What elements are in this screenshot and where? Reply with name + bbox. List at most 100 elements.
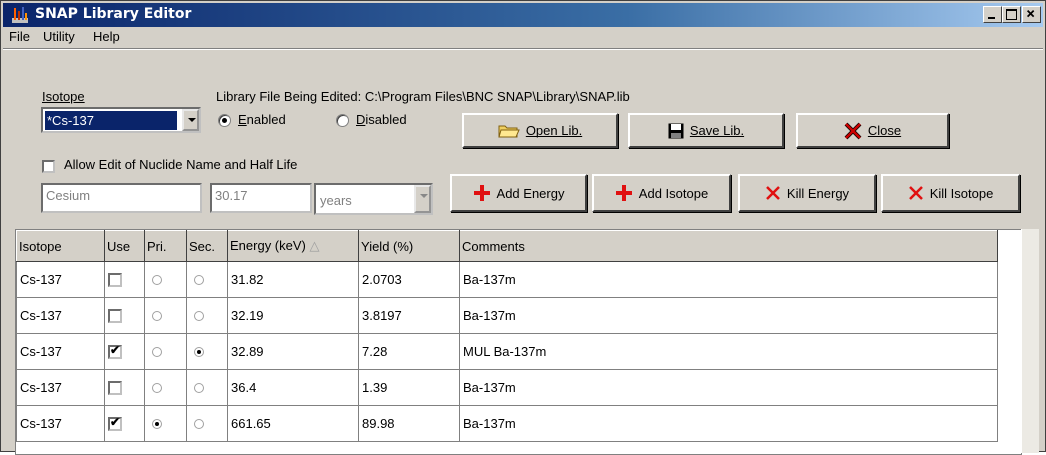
cell-comments[interactable]: Ba-137m — [459, 369, 998, 406]
table-header-row: Isotope Use Pri. Sec. Energy (keV) △ Yie… — [16, 230, 998, 262]
cell-yield[interactable]: 89.98 — [358, 405, 460, 442]
cell-use[interactable] — [104, 261, 145, 298]
cell-yield[interactable]: 1.39 — [358, 369, 460, 406]
column-header-isotope[interactable]: Isotope — [16, 230, 105, 262]
table-row[interactable]: Cs-137 32.19 3.8197 Ba-137m — [16, 297, 998, 334]
use-checkbox[interactable] — [108, 343, 122, 359]
floppy-disk-icon — [668, 123, 684, 138]
table-row[interactable]: Cs-137 31.82 2.0703 Ba-137m — [16, 261, 998, 298]
open-library-label: Open Lib. — [525, 123, 583, 138]
chevron-down-icon[interactable] — [414, 185, 431, 213]
primary-radio[interactable] — [152, 418, 162, 429]
use-checkbox[interactable] — [108, 272, 122, 287]
close-button[interactable]: Close — [796, 113, 949, 148]
cell-energy[interactable]: 31.82 — [227, 261, 359, 298]
primary-radio[interactable] — [152, 274, 162, 285]
use-checkbox[interactable] — [108, 380, 122, 395]
cell-comments[interactable]: Ba-137m — [459, 297, 998, 334]
primary-radio[interactable] — [152, 382, 162, 393]
secondary-radio[interactable] — [194, 418, 204, 429]
secondary-radio[interactable] — [194, 346, 204, 357]
primary-radio[interactable] — [152, 346, 162, 357]
menu-divider — [3, 48, 1043, 50]
nuclide-name-field[interactable]: Cesium — [41, 183, 202, 213]
column-header-comments[interactable]: Comments — [459, 230, 998, 262]
menu-utility[interactable]: Utility — [43, 29, 75, 44]
cell-isotope[interactable]: Cs-137 — [16, 261, 105, 298]
primary-radio[interactable] — [152, 310, 162, 321]
cell-use[interactable] — [104, 405, 145, 442]
cell-sec[interactable] — [186, 261, 228, 298]
cell-sec[interactable] — [186, 333, 228, 370]
title-bar[interactable]: SNAP Library Editor — [3, 3, 1043, 27]
open-library-button[interactable]: Open Lib. — [462, 113, 618, 148]
column-header-energy[interactable]: Energy (keV) △ — [227, 230, 359, 262]
table-row[interactable]: Cs-137 32.897.28MUL Ba-137m — [16, 333, 998, 370]
cell-yield[interactable]: 7.28 — [358, 333, 460, 370]
add-isotope-button[interactable]: Add Isotope — [592, 174, 731, 212]
maximize-icon — [1006, 9, 1017, 20]
vertical-scrollbar[interactable] — [1021, 229, 1039, 453]
column-header-use[interactable]: Use — [104, 230, 145, 262]
cell-pri[interactable] — [144, 369, 187, 406]
cell-energy[interactable]: 32.19 — [227, 297, 359, 334]
kill-isotope-button[interactable]: Kill Isotope — [881, 174, 1020, 212]
secondary-radio[interactable] — [194, 274, 204, 285]
cell-sec[interactable] — [186, 405, 228, 442]
enabled-radio[interactable] — [218, 114, 231, 127]
use-checkbox[interactable] — [108, 308, 122, 323]
save-library-button[interactable]: Save Lib. — [628, 113, 784, 148]
isotope-label: Isotope — [42, 89, 85, 104]
cell-isotope[interactable]: Cs-137 — [16, 297, 105, 334]
use-checkbox[interactable] — [108, 415, 122, 431]
allow-edit-checkbox[interactable] — [42, 160, 55, 173]
isotope-selected-value: *Cs-137 — [44, 110, 178, 131]
cell-comments[interactable]: MUL Ba-137m — [459, 333, 998, 370]
cell-pri[interactable] — [144, 261, 187, 298]
sort-ascending-icon: △ — [309, 238, 320, 253]
cell-use[interactable] — [104, 297, 145, 334]
cell-sec[interactable] — [186, 297, 228, 334]
cell-comments[interactable]: Ba-137m — [459, 261, 998, 298]
cell-isotope[interactable]: Cs-137 — [16, 369, 105, 406]
cell-isotope[interactable]: Cs-137 — [16, 405, 105, 442]
cell-isotope[interactable]: Cs-137 — [16, 333, 105, 370]
plus-icon — [473, 185, 490, 201]
chevron-down-icon[interactable] — [182, 109, 199, 131]
cell-yield[interactable]: 3.8197 — [358, 297, 460, 334]
cell-energy[interactable]: 661.65 — [227, 405, 359, 442]
cell-pri[interactable] — [144, 405, 187, 442]
column-header-sec[interactable]: Sec. — [186, 230, 228, 262]
snap-library-editor-window: SNAP Library Editor File Utility Help Is… — [0, 0, 1046, 455]
column-header-yield[interactable]: Yield (%) — [358, 230, 460, 262]
allow-edit-label: Allow Edit of Nuclide Name and Half Life — [64, 157, 298, 172]
red-x-icon — [844, 122, 862, 139]
kill-energy-button[interactable]: Kill Energy — [738, 174, 876, 212]
secondary-radio[interactable] — [194, 382, 204, 393]
disabled-radio[interactable] — [336, 114, 349, 127]
secondary-radio[interactable] — [194, 310, 204, 321]
cell-pri[interactable] — [144, 333, 187, 370]
half-life-units-select[interactable]: years — [314, 183, 433, 215]
add-energy-button[interactable]: Add Energy — [450, 174, 587, 212]
cell-energy[interactable]: 32.89 — [227, 333, 359, 370]
maximize-button[interactable] — [1002, 6, 1021, 23]
cell-comments[interactable]: Ba-137m — [459, 405, 998, 442]
minimize-button[interactable] — [983, 6, 1002, 23]
table-row[interactable]: Cs-137 36.4 1.39 Ba-137m — [16, 369, 998, 406]
menu-file[interactable]: File — [9, 29, 30, 44]
column-header-pri[interactable]: Pri. — [144, 230, 187, 262]
cell-use[interactable] — [104, 369, 145, 406]
cell-pri[interactable] — [144, 297, 187, 334]
folder-icon — [498, 125, 520, 137]
isotope-select[interactable]: *Cs-137 — [41, 107, 201, 133]
cell-sec[interactable] — [186, 369, 228, 406]
close-window-button[interactable] — [1022, 6, 1041, 23]
add-energy-label: Add Energy — [496, 185, 565, 201]
cell-energy[interactable]: 36.4 — [227, 369, 359, 406]
table-row[interactable]: Cs-137 661.6589.98Ba-137m — [16, 405, 998, 442]
cell-use[interactable] — [104, 333, 145, 370]
half-life-field[interactable]: 30.17 — [210, 183, 312, 213]
cell-yield[interactable]: 2.0703 — [358, 261, 460, 298]
menu-help[interactable]: Help — [93, 29, 120, 44]
